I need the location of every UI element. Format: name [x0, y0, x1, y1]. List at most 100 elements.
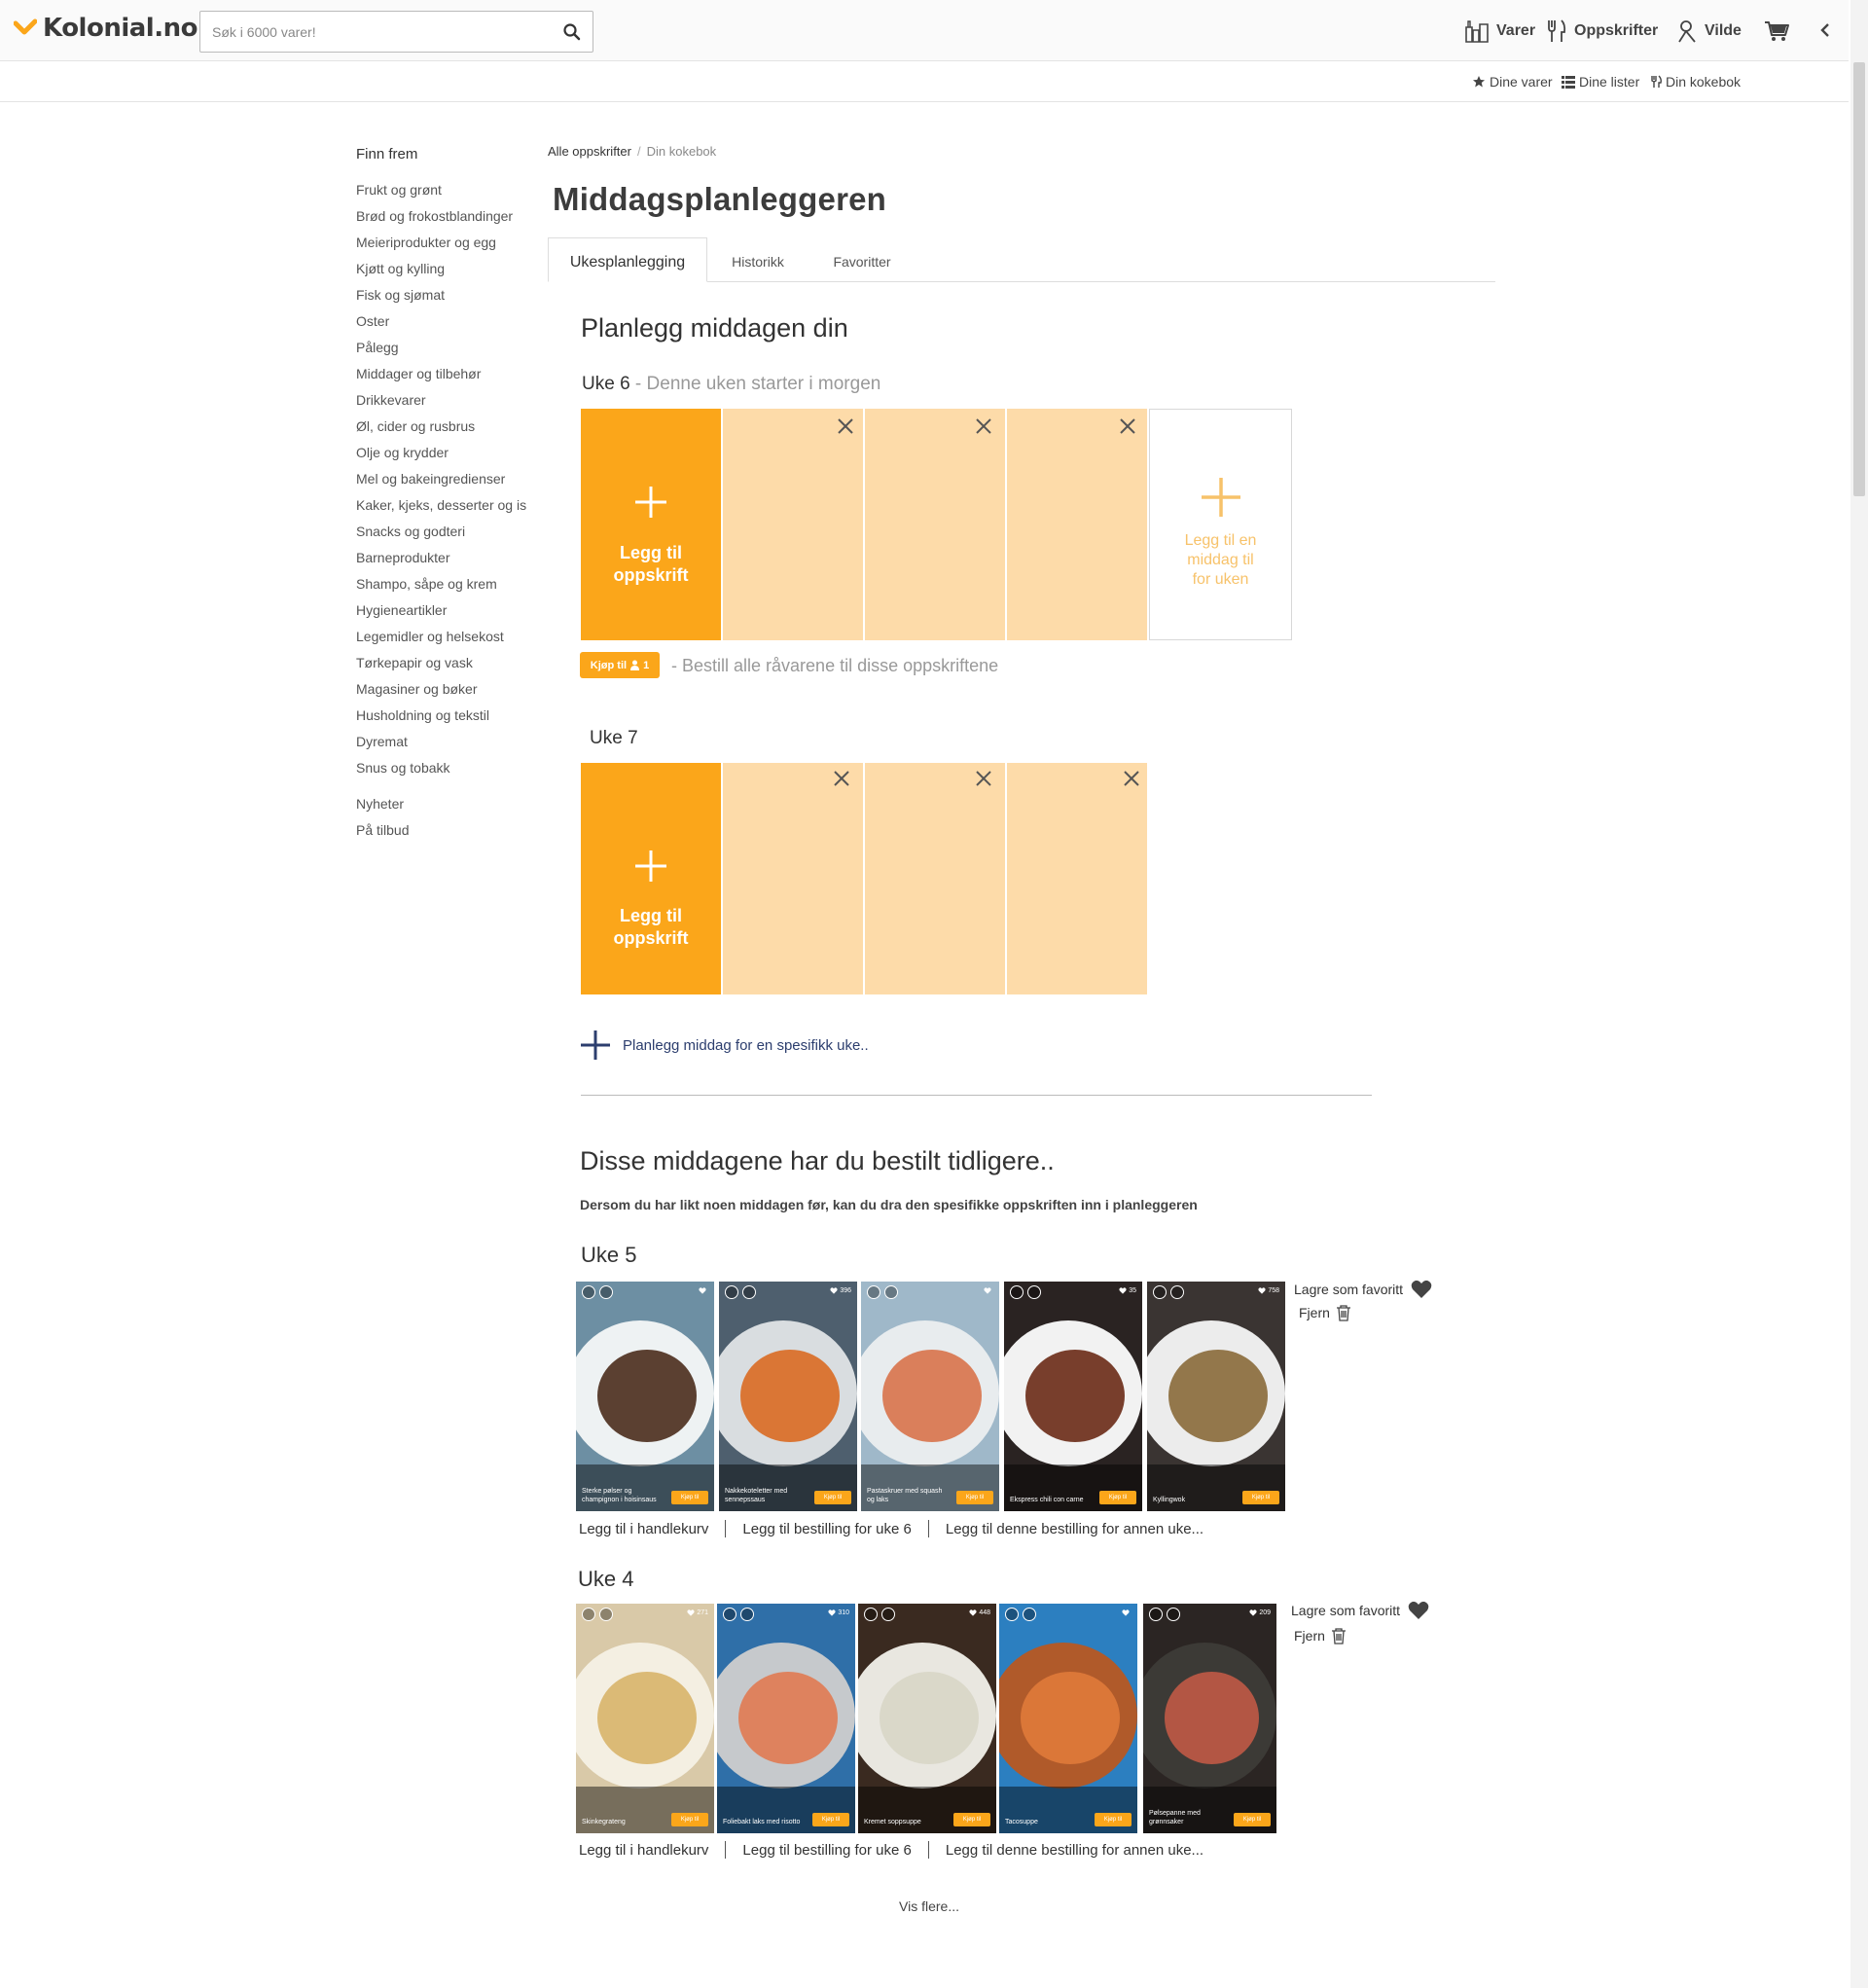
remove-button[interactable]: Fjern — [1294, 1627, 1347, 1645]
link-dine-lister[interactable]: Dine lister — [1562, 74, 1639, 90]
search-input[interactable] — [200, 12, 531, 52]
recipe-buy-button[interactable]: Kjøp til — [1095, 1813, 1132, 1826]
close-icon[interactable] — [974, 416, 993, 436]
scrollbar-thumb[interactable] — [1853, 62, 1865, 496]
meal-slot[interactable] — [1007, 763, 1147, 994]
link-dine-varer[interactable]: Dine varer — [1472, 74, 1553, 90]
recipe-time-icon — [740, 1608, 754, 1621]
sidebar-item[interactable]: Barneprodukter — [356, 550, 526, 576]
sidebar-item[interactable]: Meieriprodukter og egg — [356, 235, 526, 261]
sidebar-item[interactable]: Snus og tobakk — [356, 760, 526, 786]
recipe-buy-button[interactable]: Kjøp til — [1099, 1491, 1136, 1504]
sidebar-item[interactable]: Øl, cider og rusbrus — [356, 418, 526, 445]
close-icon[interactable] — [1122, 769, 1141, 788]
nav-oppskrifter[interactable]: Oppskrifter — [1545, 17, 1658, 46]
add-to-other-week-link[interactable]: Legg til denne bestilling for annen uke.… — [946, 1842, 1203, 1859]
close-icon[interactable] — [832, 769, 851, 788]
search-icon[interactable] — [561, 21, 583, 43]
add-to-week-6-link[interactable]: Legg til bestilling for uke 6 — [742, 1842, 911, 1859]
sidebar-item[interactable]: Drikkevarer — [356, 392, 526, 418]
add-to-cart-link[interactable]: Legg til i handlekurv — [579, 1521, 708, 1537]
recipe-buy-button[interactable]: Kjøp til — [814, 1491, 851, 1504]
recipe-likes: 396 — [830, 1287, 851, 1294]
recipe-card[interactable]: 35 Ekspress chili con carne Kjøp til — [1004, 1282, 1142, 1511]
link-din-kokebok[interactable]: Din kokebok — [1650, 74, 1741, 90]
close-icon[interactable] — [1118, 416, 1137, 436]
recipe-card[interactable]: 396 Nakkekoteletter med sennepssaus Kjøp t… — [719, 1282, 857, 1511]
save-favorite-button[interactable]: Lagre som favoritt — [1291, 1601, 1429, 1620]
meal-slot[interactable] — [723, 763, 863, 994]
sidebar-item[interactable]: Fisk og sjømat — [356, 287, 526, 313]
recipe-card[interactable]: Sterke pølser og champignon i hoisinsaus… — [576, 1282, 714, 1511]
add-recipe-card-week-7[interactable]: Legg til oppskrift — [581, 763, 721, 994]
recipe-likes — [984, 1287, 993, 1294]
recipe-likes: 310 — [828, 1609, 849, 1616]
sidebar-item[interactable]: Middager og tilbehør — [356, 366, 526, 392]
chevron-left-icon[interactable] — [1817, 21, 1833, 39]
sidebar-item[interactable]: Mel og bakeingredienser — [356, 471, 526, 497]
sidebar-item[interactable]: Brød og frokostblandinger — [356, 208, 526, 235]
recipe-card[interactable]: Pastaskruer med squash og laks Kjøp til — [861, 1282, 999, 1511]
sidebar-item[interactable]: Tørkepapir og vask — [356, 655, 526, 681]
recipe-buy-button[interactable]: Kjøp til — [1234, 1813, 1271, 1826]
meal-slot[interactable] — [865, 763, 1005, 994]
sidebar-item[interactable]: Nyheter — [356, 796, 409, 822]
history-week-5-label: Uke 5 — [581, 1243, 637, 1267]
link-dine-varer-label: Dine varer — [1490, 74, 1553, 90]
breadcrumb-root[interactable]: Alle oppskrifter — [548, 144, 631, 159]
meal-slot[interactable] — [865, 409, 1005, 640]
tab-historikk[interactable]: Historikk — [709, 237, 807, 282]
meal-slot[interactable] — [1007, 409, 1147, 640]
close-icon[interactable] — [836, 416, 855, 436]
logo[interactable]: Kolonial.no — [14, 14, 198, 43]
sidebar-item[interactable]: Pålegg — [356, 340, 526, 366]
recipe-buy-button[interactable]: Kjøp til — [956, 1491, 993, 1504]
add-recipe-card-week-6[interactable]: Legg til oppskrift — [581, 409, 721, 640]
recipe-card[interactable]: 758 Kyllingwok Kjøp til — [1147, 1282, 1285, 1511]
sidebar-item[interactable]: Snacks og godteri — [356, 524, 526, 550]
nav-user[interactable]: Vilde — [1675, 17, 1742, 46]
save-favorite-button[interactable]: Lagre som favoritt — [1294, 1280, 1432, 1299]
nav-varer[interactable]: Varer — [1463, 17, 1535, 46]
sidebar-item[interactable]: Frukt og grønt — [356, 182, 526, 208]
sidebar-item[interactable]: Magasiner og bøker — [356, 681, 526, 707]
add-to-week-6-link[interactable]: Legg til bestilling for uke 6 — [742, 1521, 911, 1537]
recipe-time-icon — [742, 1285, 756, 1299]
sidebar-item[interactable]: Shampo, såpe og krem — [356, 576, 526, 602]
recipe-buy-button[interactable]: Kjøp til — [671, 1491, 708, 1504]
sidebar-item[interactable]: Dyremat — [356, 734, 526, 760]
sidebar-item[interactable]: Kjøtt og kylling — [356, 261, 526, 287]
recipe-buy-button[interactable]: Kjøp til — [812, 1813, 849, 1826]
buy-ingredients-button[interactable]: Kjøp til 1 — [580, 652, 660, 678]
meal-slot[interactable] — [723, 409, 863, 640]
recipe-buy-button[interactable]: Kjøp til — [671, 1813, 708, 1826]
recipe-card[interactable]: Tacosuppe Kjøp til — [999, 1604, 1137, 1833]
sidebar-item[interactable]: Kaker, kjeks, desserter og is — [356, 497, 526, 524]
recipe-likes-count: 271 — [697, 1609, 708, 1616]
sidebar-item[interactable]: Husholdning og tekstil — [356, 707, 526, 734]
sidebar-item[interactable]: På tilbud — [356, 822, 409, 849]
close-icon[interactable] — [974, 769, 993, 788]
recipe-buy-button[interactable]: Kjøp til — [953, 1813, 990, 1826]
tab-ukesplanlegging[interactable]: Ukesplanlegging — [548, 237, 707, 282]
sidebar-item[interactable]: Legemidler og helsekost — [356, 629, 526, 655]
recipe-card[interactable]: 310 Foliebakt laks med risotto Kjøp til — [717, 1604, 855, 1833]
sidebar-item[interactable]: Hygieneartikler — [356, 602, 526, 629]
add-to-other-week-link[interactable]: Legg til denne bestilling for annen uke.… — [946, 1521, 1203, 1537]
plus-icon — [635, 487, 666, 518]
recipe-name: Pastaskruer med squash og laks — [867, 1488, 943, 1503]
recipe-buy-button[interactable]: Kjøp til — [1242, 1491, 1279, 1504]
add-to-cart-link[interactable]: Legg til i handlekurv — [579, 1842, 708, 1859]
recipe-time-icon — [599, 1608, 613, 1621]
tab-favoritter[interactable]: Favoritter — [808, 237, 916, 282]
cart-button[interactable] — [1763, 17, 1790, 46]
show-more-link[interactable]: Vis flere... — [899, 1898, 959, 1914]
sidebar-item[interactable]: Oster — [356, 313, 526, 340]
recipe-card[interactable]: 209 Pølsepanne med grønnsaker Kjøp til — [1143, 1604, 1276, 1833]
plan-specific-week-link[interactable]: Planlegg middag for en spesifikk uke.. — [580, 1030, 869, 1061]
recipe-card[interactable]: 271 Skinkegrateng Kjøp til — [576, 1604, 714, 1833]
add-dinner-to-week-card[interactable]: Legg til en middag til for uken — [1149, 409, 1292, 640]
sidebar-item[interactable]: Olje og krydder — [356, 445, 526, 471]
remove-button[interactable]: Fjern — [1299, 1304, 1351, 1321]
recipe-card[interactable]: 448 Kremet soppsuppe Kjøp til — [858, 1604, 996, 1833]
